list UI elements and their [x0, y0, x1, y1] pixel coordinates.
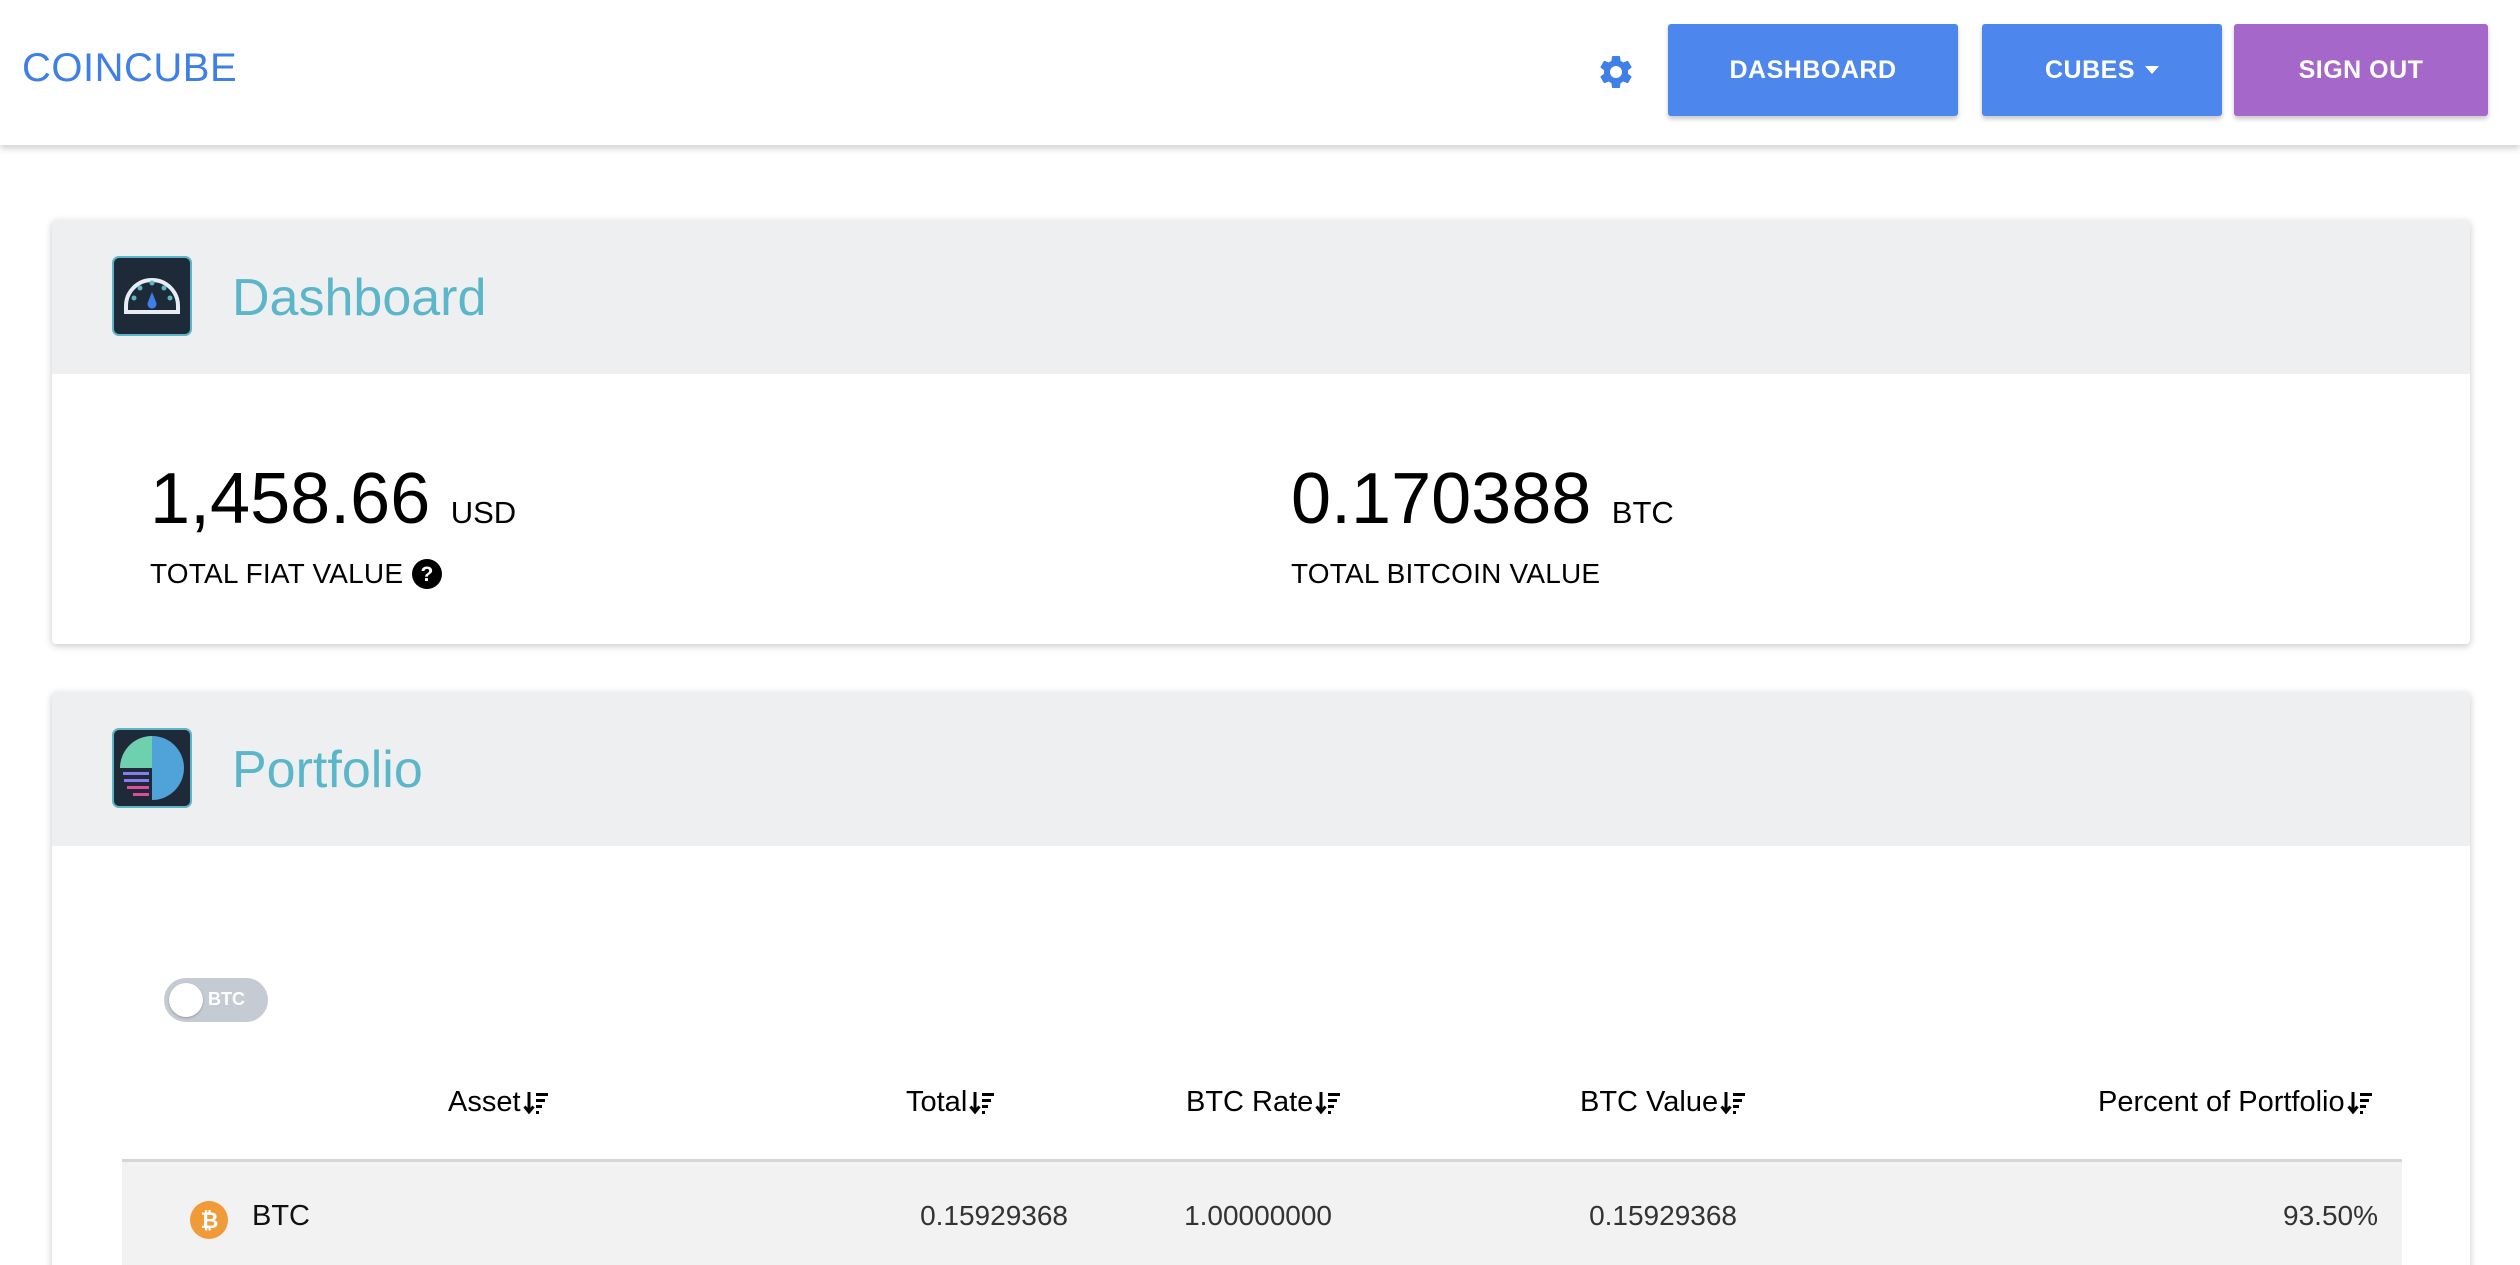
gear-icon[interactable]: [1596, 52, 1636, 92]
sort-icon: [2346, 1091, 2372, 1114]
total-fiat-unit: USD: [450, 495, 517, 530]
question-circle-icon[interactable]: ?: [411, 558, 443, 590]
column-header-label: Total: [906, 1086, 968, 1118]
column-header-label: BTC Rate: [1186, 1086, 1314, 1118]
total-fiat-label-row: TOTAL FIAT VALUE ?: [150, 558, 516, 590]
column-header-label: BTC Value: [1580, 1086, 1719, 1118]
caret-down-icon: [2145, 66, 2159, 74]
currency-toggle-switch[interactable]: BTC: [164, 978, 268, 1022]
sort-icon: [522, 1091, 548, 1114]
column-header-total[interactable]: Total: [906, 1086, 995, 1119]
cell-btc-rate: 1.00000000: [1184, 1200, 1332, 1231]
total-bitcoin-stat: 0.170388 BTC TOTAL BITCOIN VALUE: [1291, 458, 1674, 590]
dashboard-card-header: Dashboard: [52, 220, 2470, 374]
total-fiat-label: TOTAL FIAT VALUE: [150, 558, 404, 589]
cell-btc-value: 0.15929368: [1589, 1200, 1737, 1231]
total-bitcoin-label: TOTAL BITCOIN VALUE: [1291, 558, 1601, 589]
portfolio-card: Portfolio BTC Asset Total BTC Rate BTC V…: [52, 692, 2470, 1265]
sign-out-button-label: SIGN OUT: [2298, 55, 2424, 84]
table-row[interactable]: ₿ BTC 0.15929368 1.00000000 0.15929368 9…: [122, 1162, 2402, 1265]
sort-icon: [1720, 1091, 1746, 1114]
cubes-dropdown-button[interactable]: CUBES: [1982, 24, 2222, 116]
svg-text:?: ?: [421, 563, 434, 586]
portfolio-title: Portfolio: [232, 741, 423, 799]
toggle-label: BTC: [208, 989, 245, 1009]
sort-icon: [1315, 1091, 1341, 1114]
portfolio-card-header: Portfolio: [52, 692, 2470, 846]
total-bitcoin-value: 0.170388: [1291, 459, 1592, 539]
column-header-btc-rate[interactable]: BTC Rate: [1186, 1086, 1341, 1119]
bitcoin-icon: ₿: [190, 1201, 228, 1239]
total-bitcoin-label-row: TOTAL BITCOIN VALUE: [1291, 558, 1674, 590]
sort-icon: [969, 1091, 995, 1114]
dashboard-button[interactable]: DASHBOARD: [1668, 24, 1958, 116]
dashboard-button-label: DASHBOARD: [1729, 55, 1897, 84]
column-header-label: Asset: [448, 1086, 521, 1118]
speedometer-icon: [112, 256, 192, 336]
svg-text:₿: ₿: [201, 1209, 219, 1234]
portfolio-table: Asset Total BTC Rate BTC Value Percent o…: [122, 1052, 2402, 1265]
top-navbar: COINCUBE DASHBOARD CUBES SIGN OUT: [0, 0, 2520, 145]
brand-logo-link[interactable]: COINCUBE: [22, 46, 237, 91]
total-fiat-stat: 1,458.66 USD TOTAL FIAT VALUE ?: [150, 458, 516, 590]
dashboard-card: Dashboard 1,458.66 USD TOTAL FIAT VALUE …: [52, 220, 2470, 644]
total-fiat-value: 1,458.66: [150, 459, 431, 539]
toggle-knob: [169, 983, 203, 1017]
portfolio-table-header: Asset Total BTC Rate BTC Value Percent o…: [122, 1052, 2402, 1162]
dashboard-title: Dashboard: [232, 269, 487, 327]
sign-out-button[interactable]: SIGN OUT: [2234, 24, 2488, 116]
cell-total: 0.15929368: [920, 1200, 1068, 1231]
cubes-button-label: CUBES: [2044, 55, 2135, 84]
total-bitcoin-unit: BTC: [1611, 495, 1674, 530]
pie-chart-icon: [112, 728, 192, 808]
column-header-label: Percent of Portfolio: [2098, 1086, 2345, 1118]
app-page: COINCUBE DASHBOARD CUBES SIGN OUT Dashbo…: [0, 0, 2520, 1265]
column-header-btc-value[interactable]: BTC Value: [1580, 1086, 1746, 1119]
column-header-asset[interactable]: Asset: [448, 1086, 549, 1119]
column-header-percent-of-portfolio[interactable]: Percent of Portfolio: [2098, 1086, 2373, 1119]
cell-percent-of-portfolio: 93.50%: [2283, 1200, 2378, 1231]
asset-name: BTC: [252, 1200, 310, 1232]
